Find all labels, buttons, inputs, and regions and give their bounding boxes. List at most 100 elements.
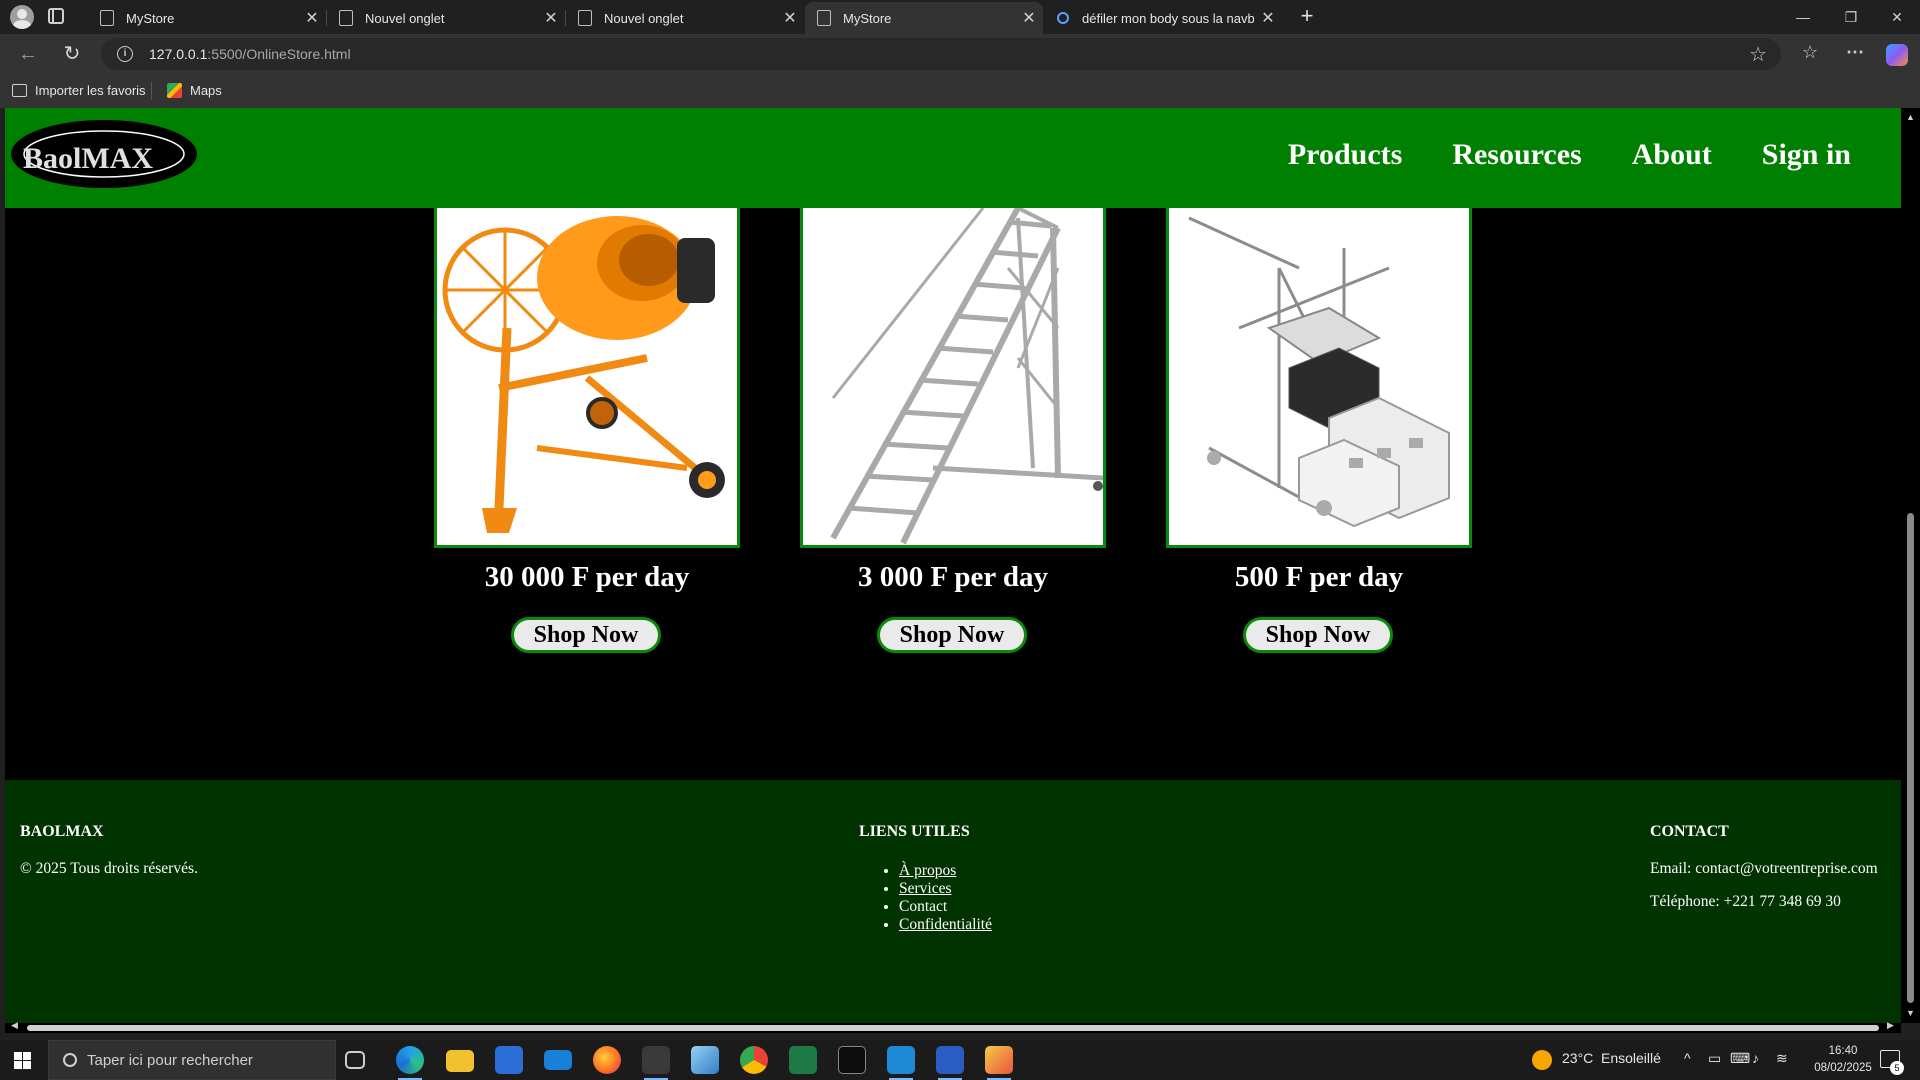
baolmax-logo[interactable]: BaolMAX: [9, 118, 199, 190]
taskbar-search-input[interactable]: Taper ici pour rechercher: [48, 1040, 336, 1080]
shop-now-button[interactable]: Shop Now: [1243, 617, 1393, 653]
nav-products[interactable]: Products: [1288, 138, 1402, 172]
footer-link-services[interactable]: Services: [899, 880, 952, 897]
scrollbar-thumb[interactable]: [27, 1025, 1879, 1031]
site-info-icon[interactable]: i: [117, 46, 133, 62]
import-icon: [12, 84, 27, 97]
tab-label: Nouvel onglet: [365, 10, 445, 26]
mail-icon[interactable]: [544, 1050, 572, 1070]
weather-sun-icon[interactable]: [1532, 1050, 1552, 1070]
browser-tab-bar: MyStore ✕ Nouvel onglet ✕ Nouvel onglet …: [0, 0, 1920, 34]
edge-icon[interactable]: [396, 1046, 424, 1080]
block-machine-image[interactable]: [1166, 208, 1472, 548]
weather-description[interactable]: Ensoleillé: [1601, 1050, 1661, 1066]
close-window-button[interactable]: ✕: [1874, 6, 1920, 28]
vscode-icon[interactable]: [887, 1046, 915, 1080]
tab-label: défiler mon body sous la navbar: [1082, 10, 1254, 26]
rolling-ladder-image[interactable]: [800, 208, 1106, 548]
close-tab-icon[interactable]: ✕: [1254, 8, 1282, 28]
tab-nouvel-onglet-1[interactable]: Nouvel onglet ✕: [327, 2, 565, 34]
reload-icon[interactable]: ↻: [60, 42, 84, 66]
scroll-down-icon[interactable]: ▼: [1906, 1008, 1915, 1018]
clock-date: 08/02/2025: [1814, 1062, 1872, 1074]
page-icon: [578, 10, 592, 26]
microsoft-store-icon[interactable]: [495, 1046, 523, 1074]
scroll-up-icon[interactable]: ▲: [1906, 112, 1915, 122]
maps-icon: [167, 83, 182, 98]
address-bar[interactable]: i 127.0.0.1:5500/OnlineStore.html ☆: [101, 38, 1781, 70]
word-icon[interactable]: [936, 1046, 964, 1080]
terminal-icon[interactable]: [838, 1046, 866, 1074]
import-favorites-link[interactable]: Importer les favoris: [12, 83, 146, 98]
footer-phone: Téléphone: +221 77 348 69 30: [1650, 893, 1841, 910]
minimize-button[interactable]: —: [1780, 6, 1826, 28]
shop-now-button[interactable]: Shop Now: [511, 617, 661, 653]
new-tab-button[interactable]: +: [1294, 4, 1320, 30]
profile-avatar[interactable]: [10, 5, 34, 29]
app-pinned-icon[interactable]: [642, 1046, 670, 1080]
chrome-icon[interactable]: [740, 1046, 768, 1074]
tab-label: MyStore: [126, 10, 175, 26]
notepad-icon[interactable]: [691, 1046, 719, 1074]
url-host: 127.0.0.1: [149, 46, 208, 62]
git-app-icon[interactable]: [985, 1046, 1013, 1080]
file-explorer-icon[interactable]: [446, 1050, 474, 1072]
restore-button[interactable]: ❐: [1828, 6, 1874, 28]
footer-links-list: À propos Services Contact Confidentialit…: [899, 862, 992, 934]
scroll-right-icon[interactable]: ▶: [1887, 1020, 1894, 1031]
tab-mystore-1[interactable]: MyStore ✕: [88, 2, 326, 34]
page-viewport: BaolMAX Products Resources About Sign in: [5, 108, 1901, 1023]
footer-link-contact: Contact: [899, 898, 948, 915]
chevron-up-icon[interactable]: ^: [1684, 1050, 1691, 1066]
footer-link-confidentialite[interactable]: Confidentialité: [899, 916, 992, 933]
concrete-mixer-image[interactable]: [434, 208, 740, 548]
product-price: 3 000 F per day: [857, 561, 1049, 593]
tab-nouvel-onglet-2[interactable]: Nouvel onglet ✕: [566, 2, 804, 34]
footer-email: Email: contact@votreentreprise.com: [1650, 860, 1878, 877]
volume-icon[interactable]: ♪: [1752, 1050, 1759, 1066]
site-footer: BAOLMAX © 2025 Tous droits réservés. LIE…: [5, 780, 1901, 1023]
page-icon: [100, 10, 114, 26]
more-menu-icon[interactable]: ⋯: [1846, 42, 1864, 63]
nav-sign-in[interactable]: Sign in: [1762, 138, 1851, 172]
close-tab-icon[interactable]: ✕: [1015, 8, 1043, 28]
nav-resources[interactable]: Resources: [1452, 138, 1581, 172]
favorite-star-icon[interactable]: ☆: [1749, 42, 1767, 67]
firefox-icon[interactable]: [593, 1046, 621, 1074]
tab-actions-icon[interactable]: [48, 8, 64, 24]
close-tab-icon[interactable]: ✕: [776, 8, 804, 28]
product-price: 30 000 F per day: [484, 561, 690, 593]
vertical-scrollbar[interactable]: ▲ ▼: [1901, 108, 1920, 1023]
tab-mystore-active[interactable]: MyStore ✕: [805, 2, 1043, 34]
url-path: :5500/OnlineStore.html: [207, 46, 351, 62]
shop-now-button[interactable]: Shop Now: [877, 617, 1027, 653]
favorite-label: Importer les favoris: [35, 83, 146, 98]
meet-icon[interactable]: ▭: [1708, 1050, 1721, 1067]
scroll-left-icon[interactable]: ◀: [11, 1020, 18, 1031]
tab-label: Nouvel onglet: [604, 10, 684, 26]
horizontal-scrollbar[interactable]: ◀ ▶: [5, 1020, 1901, 1033]
footer-copyright: © 2025 Tous droits réservés.: [20, 860, 198, 877]
system-clock[interactable]: 16:40 08/02/2025: [1808, 1043, 1878, 1077]
footer-contact-title: CONTACT: [1650, 823, 1729, 840]
maps-favorite-link[interactable]: Maps: [167, 83, 222, 98]
tab-search-result[interactable]: défiler mon body sous la navbar ✕: [1044, 2, 1282, 34]
weather-temperature[interactable]: 23°C: [1562, 1050, 1593, 1066]
logo-text: BaolMAX: [23, 142, 153, 175]
back-arrow-icon[interactable]: ←: [16, 42, 40, 66]
language-icon[interactable]: ⌨: [1730, 1050, 1750, 1067]
copilot-icon[interactable]: [1886, 44, 1908, 66]
address-bar-row: ← ↻ i 127.0.0.1:5500/OnlineStore.html ☆ …: [0, 34, 1920, 74]
list-item: Contact: [899, 898, 992, 916]
network-icon[interactable]: ≋: [1776, 1050, 1788, 1067]
url-text[interactable]: 127.0.0.1:5500/OnlineStore.html: [149, 46, 351, 62]
scrollbar-thumb[interactable]: [1907, 513, 1914, 1003]
excel-icon[interactable]: [789, 1046, 817, 1074]
close-tab-icon[interactable]: ✕: [537, 8, 565, 28]
favorites-icon[interactable]: ☆: [1802, 42, 1818, 63]
nav-about[interactable]: About: [1632, 138, 1712, 172]
footer-link-a-propos[interactable]: À propos: [899, 862, 956, 879]
task-view-icon[interactable]: [345, 1051, 365, 1069]
close-tab-icon[interactable]: ✕: [298, 8, 326, 28]
windows-start-icon[interactable]: [14, 1052, 31, 1069]
